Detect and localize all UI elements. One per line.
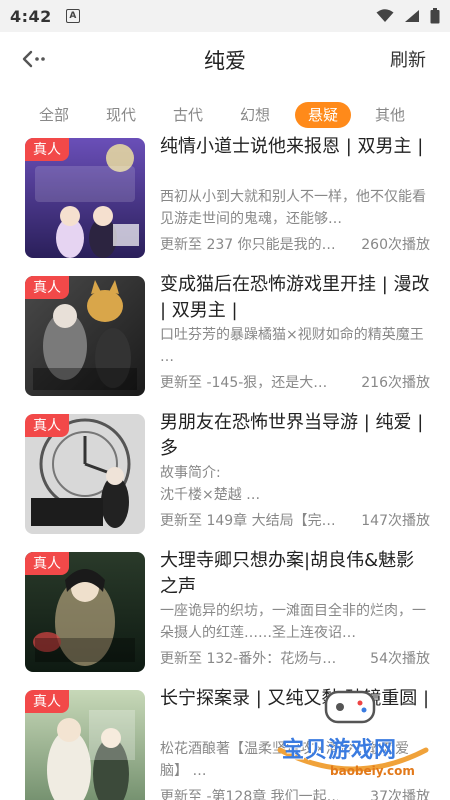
- item-title: 变成猫后在恐怖游戏里开挂 | 漫改 | 双男主 |: [160, 274, 430, 321]
- cover-image: 真人: [25, 690, 145, 800]
- tab-other[interactable]: 其他: [373, 102, 407, 128]
- category-tag: 真人: [25, 276, 69, 299]
- status-icons: [376, 8, 440, 24]
- list-item[interactable]: 真人 大理寺卿只想办案|胡良伟&魅影之声 一座诡异的织坊，一滩面目全非的烂肉，一…: [0, 548, 450, 678]
- watermark-text: 宝贝游戏网: [282, 738, 398, 763]
- tab-all[interactable]: 全部: [37, 102, 71, 128]
- header: 纯爱 刷新: [0, 32, 450, 86]
- play-count: 54次播放: [370, 651, 430, 667]
- list-item[interactable]: 真人 纯情小道士说他来报恩 | 双男主 | 西初从小到大就和别人不一样，他不仅能…: [0, 134, 450, 264]
- list-item[interactable]: 真人 男朋友在恐怖世界当导游 | 纯爱 | 多 故事简介: 沈千楼×楚越 … 更…: [0, 410, 450, 540]
- back-button[interactable]: [20, 46, 50, 72]
- update-status: 更新至 -第128章 我们一起…: [160, 789, 338, 800]
- battery-icon: [430, 8, 440, 24]
- item-description: 西初从小到大就和别人不一样，他不仅能看见游走世间的鬼魂，还能够…: [160, 189, 426, 227]
- category-tabs: 全部 现代 古代 幻想 悬疑 其他: [0, 100, 450, 132]
- tab-ancient[interactable]: 古代: [171, 102, 205, 128]
- play-count: 216次播放: [361, 375, 430, 391]
- play-count: 37次播放: [370, 789, 430, 800]
- item-title: 大理寺卿只想办案|胡良伟&魅影之声: [160, 550, 415, 597]
- watermark: 宝贝游戏网 baobeiy.com: [268, 688, 438, 788]
- cover-image: 真人: [25, 276, 145, 396]
- category-tag: 真人: [25, 138, 69, 161]
- cover-image: 真人: [25, 552, 145, 672]
- item-title: 男朋友在恐怖世界当导游 | 纯爱 | 多: [160, 412, 424, 459]
- back-arrow-icon: [22, 50, 45, 68]
- tab-mystery[interactable]: 悬疑: [295, 102, 351, 128]
- tab-modern[interactable]: 现代: [104, 102, 138, 128]
- item-description: 口吐芬芳的暴躁橘猫×视财如命的精英魔王 …: [160, 327, 424, 365]
- watermark-url: baobeiy.com: [330, 764, 415, 778]
- item-description: 故事简介: 沈千楼×楚越 …: [160, 465, 261, 503]
- refresh-button[interactable]: 刷新: [390, 46, 426, 72]
- cover-image: 真人: [25, 414, 145, 534]
- status-bar: 4:42 A: [0, 0, 450, 32]
- list-item[interactable]: 真人 变成猫后在恐怖游戏里开挂 | 漫改 | 双男主 | 口吐芬芳的暴躁橘猫×视…: [0, 272, 450, 402]
- item-title: 纯情小道士说他来报恩 | 双男主 |: [160, 136, 424, 157]
- update-status: 更新至 132-番外：花炀与…: [160, 651, 337, 667]
- cover-image: 真人: [25, 138, 145, 258]
- update-status: 更新至 -145-狠，还是大…: [160, 375, 328, 391]
- play-count: 260次播放: [361, 237, 430, 253]
- category-tag: 真人: [25, 414, 69, 437]
- cellular-signal-icon: [405, 10, 419, 22]
- page-title: 纯爱: [204, 49, 246, 73]
- update-status: 更新至 149章 大结局【完…: [160, 513, 336, 529]
- app-notification-icon: A: [65, 9, 80, 23]
- play-count: 147次播放: [361, 513, 430, 529]
- category-tag: 真人: [25, 552, 69, 575]
- item-description: 一座诡异的织坊，一滩面目全非的烂肉，一朵摄人的红莲……圣上连夜诏…: [160, 603, 426, 641]
- status-time: 4:42: [10, 6, 52, 26]
- category-tag: 真人: [25, 690, 69, 713]
- update-status: 更新至 237 你只能是我的…: [160, 237, 336, 253]
- tab-fantasy[interactable]: 幻想: [238, 102, 272, 128]
- wifi-icon: [376, 9, 394, 22]
